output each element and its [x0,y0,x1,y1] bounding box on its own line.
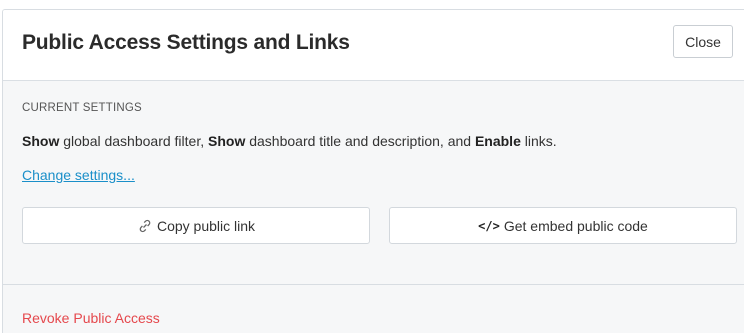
current-settings-label: CURRENT SETTINGS [22,102,142,114]
summary-keyword-show-title: Show [208,133,246,149]
get-embed-code-button[interactable]: </> Get embed public code [389,207,737,244]
public-access-dialog: Public Access Settings and Links Close C… [2,9,744,333]
link-icon [137,218,153,234]
summary-text-title: dashboard title and description, and [245,133,475,149]
summary-text-filter: global dashboard filter, [59,133,208,149]
dialog-title: Public Access Settings and Links [22,31,350,54]
section-divider [3,284,744,285]
summary-keyword-show-filter: Show [22,133,60,149]
revoke-public-access-link[interactable]: Revoke Public Access [22,310,160,326]
dialog-header: Public Access Settings and Links Close [3,10,744,81]
summary-text-links: links. [520,133,557,149]
copy-public-link-label: Copy public link [156,217,256,234]
summary-keyword-enable-links: Enable [474,133,521,149]
code-icon: </> [478,218,500,233]
settings-summary: Show global dashboard filter, Show dashb… [22,133,557,149]
get-embed-code-label: Get embed public code [503,217,648,234]
change-settings-link[interactable]: Change settings... [22,167,135,183]
copy-public-link-button[interactable]: Copy public link [22,207,370,244]
close-button[interactable]: Close [673,25,733,58]
